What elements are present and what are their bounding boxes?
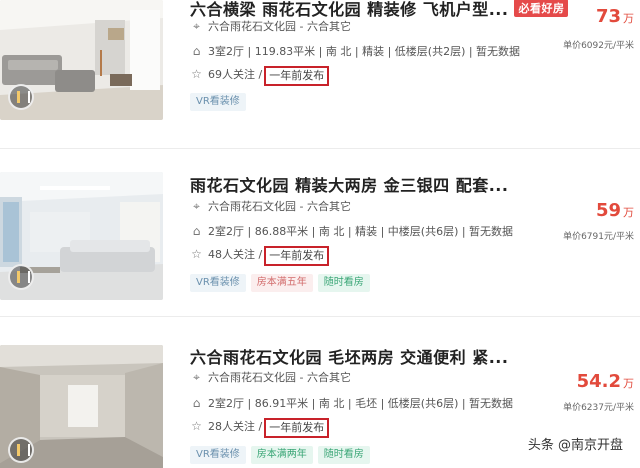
listing-title[interactable]: 六合雨花石文化园 毛坯两房 交通便利 紧... — [190, 344, 508, 368]
listing-card[interactable]: 雨花石文化园 精装大两房 金三银四 配套... ⌖ 六合雨花石文化园 - 六合其它… — [0, 152, 640, 300]
listing-card[interactable]: 六合横梁 雨花石文化园 精装修 飞机户型... 必看好房 ⌖ 六合雨花石文化园 - … — [0, 0, 640, 138]
location-pin-icon: ⌖ — [193, 19, 200, 33]
follow-row: ☆ 69人关注 / 一年前发布 — [190, 66, 330, 86]
location-row: ⌖ 六合雨花石文化园 - 六合其它 — [190, 198, 351, 214]
attributes-row: ⌂ 2室2厅 | 86.88平米 | 南 北 | 精装 | 中楼层(共6层) | … — [190, 223, 513, 239]
tag-vr-decoration[interactable]: VR看装修 — [190, 446, 246, 464]
vr-icon[interactable] — [8, 437, 34, 463]
publish-time-highlight: 一年前发布 — [264, 418, 330, 438]
star-icon: ☆ — [191, 67, 202, 81]
listing-photo[interactable] — [0, 172, 163, 300]
vr-icon[interactable] — [8, 264, 34, 290]
follow-count: 48人关注 — [208, 248, 255, 261]
follow-row: ☆ 28人关注 / 一年前发布 — [190, 418, 330, 438]
tag-vr-decoration[interactable]: VR看装修 — [190, 93, 246, 111]
location-pin-icon: ⌖ — [193, 199, 200, 213]
unit-price: 单价6237元/平米 — [563, 403, 634, 413]
tags-row: VR看装修 — [190, 93, 251, 111]
house-icon: ⌂ — [192, 44, 201, 58]
location-text[interactable]: 六合雨花石文化园 - 六合其它 — [208, 20, 351, 33]
follow-row: ☆ 48人关注 / 一年前发布 — [190, 246, 330, 266]
publish-time-highlight: 一年前发布 — [264, 66, 330, 86]
attributes-row: ⌂ 3室2厅 | 119.83平米 | 南 北 | 精装 | 低楼层(共2层) |… — [190, 43, 520, 59]
follow-count: 28人关注 — [208, 420, 255, 433]
tag-visit-anytime[interactable]: 随时看房 — [317, 446, 370, 464]
location-pin-icon: ⌖ — [193, 370, 200, 384]
house-icon: ⌂ — [192, 396, 201, 410]
location-text[interactable]: 六合雨花石文化园 - 六合其它 — [208, 371, 351, 384]
vr-icon[interactable] — [8, 84, 34, 110]
location-text[interactable]: 六合雨花石文化园 - 六合其它 — [208, 200, 351, 213]
publish-time-highlight: 一年前发布 — [264, 246, 330, 266]
watermark: 头条 @南京开盘 — [524, 433, 626, 454]
total-price: 73 万 — [595, 6, 634, 27]
follow-separator: / — [258, 248, 263, 261]
tag-vr-decoration[interactable]: VR看装修 — [190, 274, 246, 292]
attributes-text: 2室2厅 | 86.91平米 | 南 北 | 毛坯 | 低楼层(共6层) | 暂… — [208, 397, 514, 410]
attributes-row: ⌂ 2室2厅 | 86.91平米 | 南 北 | 毛坯 | 低楼层(共6层) | … — [190, 395, 513, 411]
divider — [0, 148, 640, 149]
location-row: ⌖ 六合雨花石文化园 - 六合其它 — [190, 18, 351, 34]
tag-deed-five-years[interactable]: 房本满五年 — [250, 274, 313, 292]
attributes-text: 3室2厅 | 119.83平米 | 南 北 | 精装 | 低楼层(共2层) | … — [208, 45, 521, 58]
house-icon: ⌂ — [192, 224, 201, 238]
star-icon: ☆ — [191, 419, 202, 433]
total-price: 59 万 — [595, 200, 634, 221]
tags-row: VR看装修 房本满五年 随时看房 — [190, 274, 375, 292]
listing-photo[interactable] — [0, 345, 163, 468]
unit-price: 单价6791元/平米 — [563, 232, 634, 242]
total-price: 54.2 万 — [576, 371, 634, 392]
attributes-text: 2室2厅 | 86.88平米 | 南 北 | 精装 | 中楼层(共6层) | 暂… — [208, 225, 514, 238]
listing-title[interactable]: 六合横梁 雨花石文化园 精装修 飞机户型... 必看好房 — [190, 0, 569, 20]
star-icon: ☆ — [191, 247, 202, 261]
listing-title[interactable]: 雨花石文化园 精装大两房 金三银四 配套... — [190, 172, 508, 196]
listing-photo[interactable] — [0, 0, 163, 120]
unit-price: 单价6092元/平米 — [563, 41, 634, 51]
tag-visit-anytime[interactable]: 随时看房 — [317, 274, 370, 292]
location-row: ⌖ 六合雨花石文化园 - 六合其它 — [190, 369, 351, 385]
follow-separator: / — [258, 420, 263, 433]
tags-row: VR看装修 房本满两年 随时看房 — [190, 446, 375, 464]
divider — [0, 316, 640, 317]
tag-deed-two-years[interactable]: 房本满两年 — [250, 446, 313, 464]
follow-separator: / — [258, 68, 263, 81]
follow-count: 69人关注 — [208, 68, 255, 81]
must-see-badge: 必看好房 — [514, 0, 569, 17]
